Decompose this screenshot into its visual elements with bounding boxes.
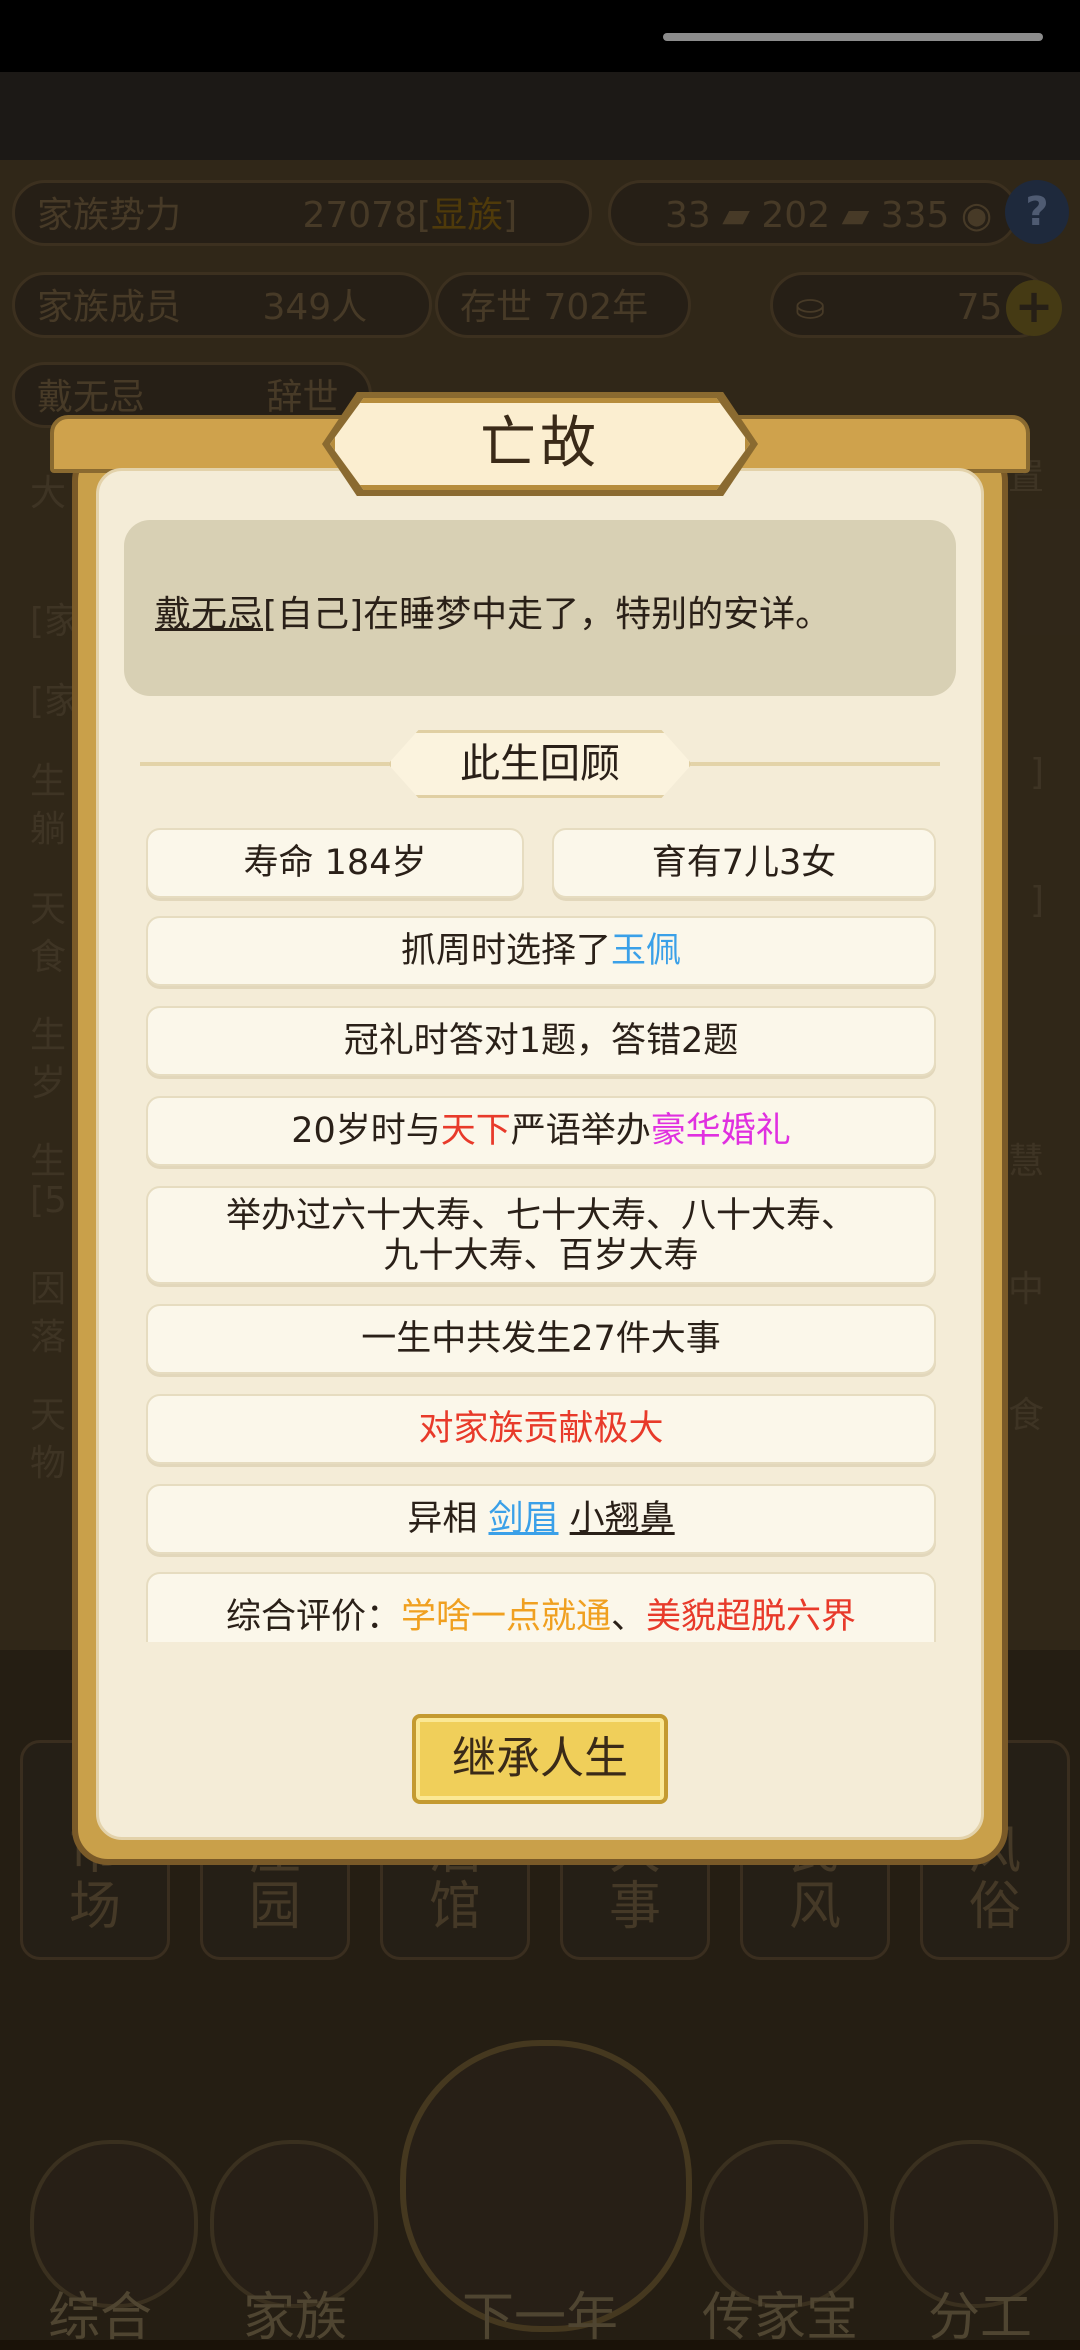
contribution-text: 对家族贡献极大 bbox=[418, 1409, 664, 1449]
evaluation-row: 综合评价：学啥一点就通、美貌超脱六界 bbox=[146, 1572, 936, 1642]
guanli-text: 冠礼时答对1题，答错2题 bbox=[343, 1021, 739, 1061]
section-title: 此生回顾 bbox=[460, 741, 620, 787]
life-review-list[interactable]: 寿命 184岁 育有7儿3女 抓周时选择了玉佩 冠礼时答对1题，答错2题 20岁… bbox=[140, 820, 940, 1642]
evaluation-2: 美貌超脱六界 bbox=[646, 1597, 857, 1637]
death-message: 戴无忌[自己]在睡梦中走了，特别的安详。 bbox=[155, 585, 831, 637]
feature-1[interactable]: 剑眉 bbox=[488, 1499, 558, 1539]
marriage-row: 20岁时与天下严语举办豪华婚礼 bbox=[146, 1096, 936, 1166]
birthdays-line2: 九十大寿、百岁大寿 bbox=[383, 1236, 699, 1276]
divider-left bbox=[140, 762, 392, 766]
divider-right bbox=[688, 762, 940, 766]
features-label: 异相 bbox=[407, 1499, 478, 1539]
contribution-row: 对家族贡献极大 bbox=[146, 1394, 936, 1464]
evaluation-sep: 、 bbox=[611, 1597, 647, 1637]
marriage-prefix: 20岁时与 bbox=[291, 1111, 441, 1151]
lifespan-row: 寿命 184岁 bbox=[146, 828, 524, 898]
death-message-text: [自己]在睡梦中走了，特别的安详。 bbox=[263, 594, 832, 635]
birthdays-row: 举办过六十大寿、七十大寿、八十大寿、 九十大寿、百岁大寿 bbox=[146, 1186, 936, 1284]
inherit-life-button[interactable]: 继承人生 bbox=[412, 1714, 668, 1804]
lifespan-text: 寿命 184岁 bbox=[243, 843, 427, 883]
children-row: 育有7儿3女 bbox=[552, 828, 936, 898]
marriage-middle: 严语举办 bbox=[510, 1111, 651, 1151]
children-text: 育有7儿3女 bbox=[651, 843, 837, 883]
guanli-row: 冠礼时答对1题，答错2题 bbox=[146, 1006, 936, 1076]
features-row: 异相 剑眉 小翘鼻 bbox=[146, 1484, 936, 1554]
evaluation-1: 学啥一点就通 bbox=[400, 1597, 611, 1637]
feature-2[interactable]: 小翘鼻 bbox=[570, 1499, 675, 1539]
birthdays-line1: 举办过六十大寿、七十大寿、八十大寿、 bbox=[225, 1196, 856, 1236]
marriage-place: 天下 bbox=[440, 1111, 511, 1151]
zhuazhou-prefix: 抓周时选择了 bbox=[400, 931, 611, 971]
evaluation-label: 综合评价： bbox=[225, 1597, 401, 1637]
events-text: 一生中共发生27件大事 bbox=[361, 1319, 721, 1359]
deceased-name[interactable]: 戴无忌 bbox=[155, 594, 263, 635]
modal-title: 亡故 bbox=[480, 411, 600, 476]
marriage-type: 豪华婚礼 bbox=[650, 1111, 791, 1151]
zhuazhou-item: 玉佩 bbox=[611, 931, 682, 971]
events-row: 一生中共发生27件大事 bbox=[146, 1304, 936, 1374]
zhuazhou-row: 抓周时选择了玉佩 bbox=[146, 916, 936, 986]
